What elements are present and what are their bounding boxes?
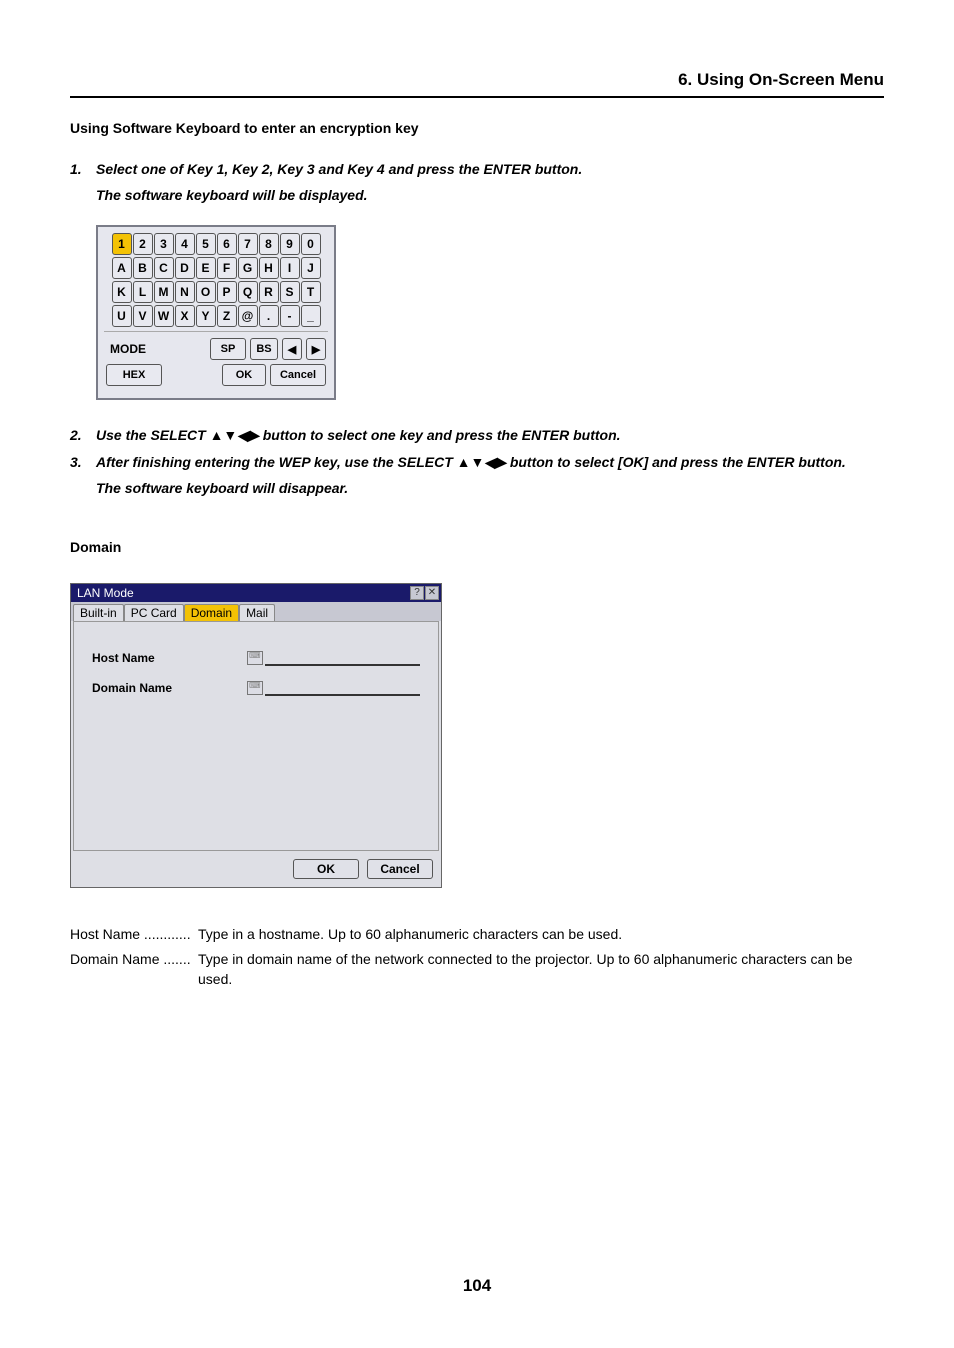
- step-2: 2.Use the SELECT ▲▼◀▶ button to select o…: [70, 424, 884, 446]
- key-k[interactable]: K: [112, 281, 132, 303]
- host-name-term: Host Name ............: [70, 924, 198, 944]
- key-a[interactable]: A: [112, 257, 132, 279]
- sp-key[interactable]: SP: [210, 338, 246, 360]
- key-0[interactable]: 0: [301, 233, 321, 255]
- left-key[interactable]: ◀: [282, 338, 302, 360]
- key-8[interactable]: 8: [259, 233, 279, 255]
- domain-name-term: Domain Name .......: [70, 949, 198, 990]
- key-underscore[interactable]: _: [301, 305, 321, 327]
- key-6[interactable]: 6: [217, 233, 237, 255]
- key-at[interactable]: @: [238, 305, 258, 327]
- key-q[interactable]: Q: [238, 281, 258, 303]
- host-name-desc: Type in a hostname. Up to 60 alphanumeri…: [198, 924, 884, 944]
- key-g[interactable]: G: [238, 257, 258, 279]
- section-header: 6. Using On-Screen Menu: [70, 70, 884, 98]
- kbd-cancel-button[interactable]: Cancel: [270, 364, 326, 386]
- step-3: 3.After finishing entering the WEP key, …: [70, 451, 884, 473]
- mode-label: MODE: [106, 342, 150, 356]
- key-s[interactable]: S: [280, 281, 300, 303]
- step-2-text: Use the SELECT ▲▼◀▶ button to select one…: [96, 427, 621, 443]
- kbd-ok-button[interactable]: OK: [222, 364, 266, 386]
- key-u[interactable]: U: [112, 305, 132, 327]
- lan-ok-button[interactable]: OK: [293, 859, 359, 879]
- key-b[interactable]: B: [133, 257, 153, 279]
- key-7[interactable]: 7: [238, 233, 258, 255]
- key-z[interactable]: Z: [217, 305, 237, 327]
- key-i[interactable]: I: [280, 257, 300, 279]
- right-key[interactable]: ▶: [306, 338, 326, 360]
- key-v[interactable]: V: [133, 305, 153, 327]
- help-icon[interactable]: ?: [410, 586, 424, 600]
- tab-pccard[interactable]: PC Card: [124, 604, 184, 621]
- software-keyboard: 1 2 3 4 5 6 7 8 9 0 A B C D E F G H I J …: [96, 225, 336, 401]
- step-1-text: Select one of Key 1, Key 2, Key 3 and Ke…: [96, 161, 582, 177]
- key-l[interactable]: L: [133, 281, 153, 303]
- page-number: 104: [0, 1276, 954, 1296]
- key-2[interactable]: 2: [133, 233, 153, 255]
- key-r[interactable]: R: [259, 281, 279, 303]
- subtitle: Using Software Keyboard to enter an encr…: [70, 120, 884, 136]
- key-o[interactable]: O: [196, 281, 216, 303]
- key-f[interactable]: F: [217, 257, 237, 279]
- key-5[interactable]: 5: [196, 233, 216, 255]
- tab-mail[interactable]: Mail: [239, 604, 275, 621]
- lan-title: LAN Mode: [77, 586, 134, 600]
- lan-cancel-button[interactable]: Cancel: [367, 859, 433, 879]
- key-3[interactable]: 3: [154, 233, 174, 255]
- step-3-text: After finishing entering the WEP key, us…: [96, 454, 846, 470]
- key-y[interactable]: Y: [196, 305, 216, 327]
- key-1[interactable]: 1: [112, 233, 132, 255]
- lan-titlebar: LAN Mode ? ✕: [71, 584, 441, 602]
- key-4[interactable]: 4: [175, 233, 195, 255]
- domain-name-input[interactable]: [265, 680, 420, 696]
- bs-key[interactable]: BS: [250, 338, 278, 360]
- key-dash[interactable]: -: [280, 305, 300, 327]
- key-e[interactable]: E: [196, 257, 216, 279]
- domain-name-label: Domain Name: [92, 681, 247, 695]
- key-w[interactable]: W: [154, 305, 174, 327]
- host-name-input[interactable]: [265, 650, 420, 666]
- close-icon[interactable]: ✕: [425, 586, 439, 600]
- step-3-sub: The software keyboard will disappear.: [70, 477, 884, 499]
- definitions: Host Name ............ Type in a hostnam…: [70, 924, 884, 989]
- keyboard-icon[interactable]: ⌨: [247, 651, 263, 665]
- key-n[interactable]: N: [175, 281, 195, 303]
- tab-builtin[interactable]: Built-in: [73, 604, 124, 621]
- key-h[interactable]: H: [259, 257, 279, 279]
- lan-mode-dialog: LAN Mode ? ✕ Built-in PC Card Domain Mai…: [70, 583, 442, 888]
- key-j[interactable]: J: [301, 257, 321, 279]
- lan-tabs: Built-in PC Card Domain Mail: [71, 602, 441, 621]
- keyboard-icon[interactable]: ⌨: [247, 681, 263, 695]
- domain-name-desc: Type in domain name of the network conne…: [198, 949, 884, 990]
- step-1: 1.Select one of Key 1, Key 2, Key 3 and …: [70, 158, 884, 180]
- domain-heading: Domain: [70, 539, 884, 555]
- key-m[interactable]: M: [154, 281, 174, 303]
- key-t[interactable]: T: [301, 281, 321, 303]
- key-d[interactable]: D: [175, 257, 195, 279]
- key-9[interactable]: 9: [280, 233, 300, 255]
- key-p[interactable]: P: [217, 281, 237, 303]
- step-1-sub: The software keyboard will be displayed.: [70, 184, 884, 206]
- key-c[interactable]: C: [154, 257, 174, 279]
- tab-domain[interactable]: Domain: [184, 604, 239, 621]
- key-x[interactable]: X: [175, 305, 195, 327]
- key-dot[interactable]: .: [259, 305, 279, 327]
- host-name-label: Host Name: [92, 651, 247, 665]
- hex-key[interactable]: HEX: [106, 364, 162, 386]
